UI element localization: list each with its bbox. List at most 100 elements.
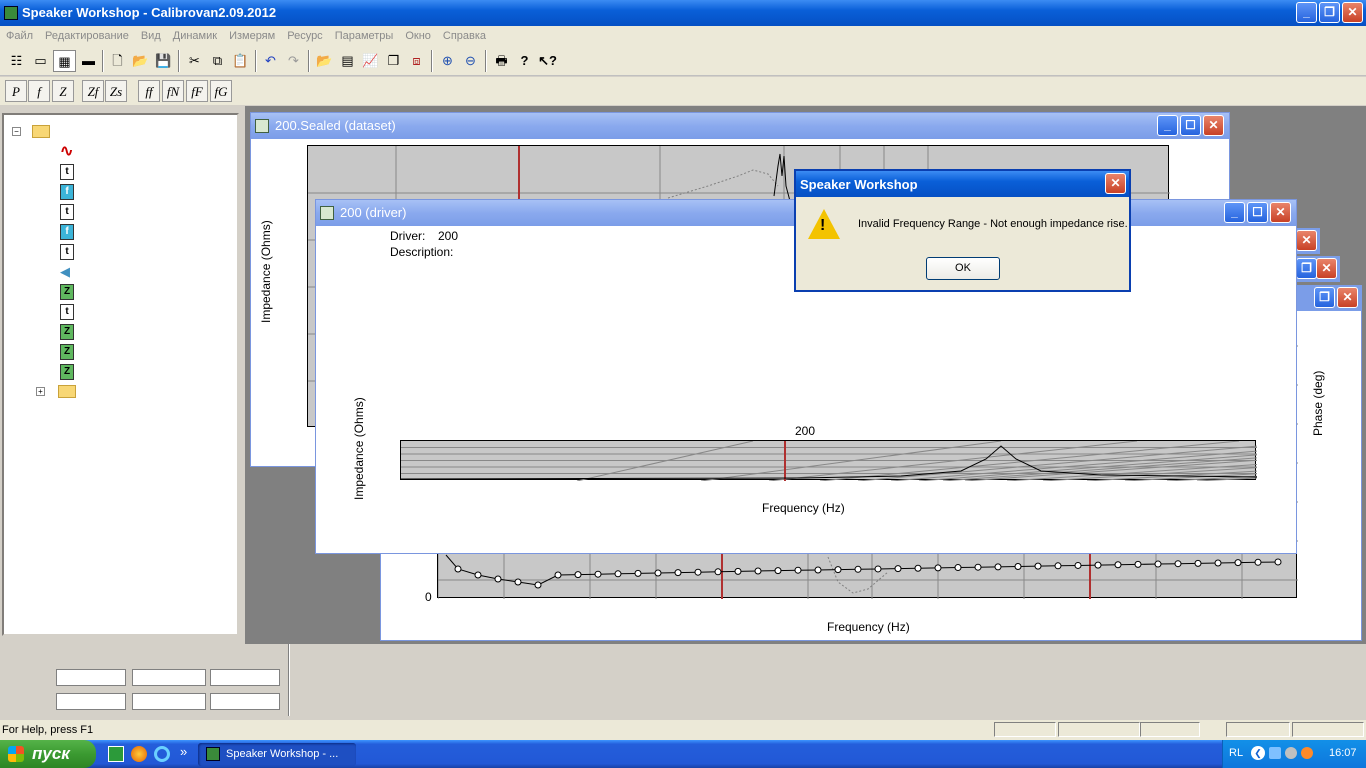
maximize-button[interactable]: ☐ xyxy=(1180,115,1201,136)
tree-item[interactable]: t xyxy=(60,243,230,261)
open-folder-icon[interactable]: 📂 xyxy=(129,50,152,72)
close-button[interactable]: ✕ xyxy=(1337,287,1358,308)
param-unit xyxy=(557,308,601,324)
list-view-icon[interactable]: ▭ xyxy=(29,50,52,72)
zoom-out-icon[interactable]: ⊖ xyxy=(459,50,482,72)
param-value xyxy=(457,372,557,388)
toolbar-func-button[interactable]: fG xyxy=(210,80,232,102)
grid-view-icon[interactable]: ▦ xyxy=(53,50,76,72)
tree-item[interactable]: f xyxy=(60,183,230,201)
tree-view-icon[interactable]: ☷ xyxy=(5,50,28,72)
tree-item[interactable]: ◀ xyxy=(60,263,230,281)
quicklaunch-app-icon[interactable] xyxy=(108,746,124,762)
toolbar-func-button[interactable]: Zf xyxy=(82,80,104,102)
minimize-button[interactable]: _ xyxy=(1224,202,1245,223)
close-button[interactable]: ✕ xyxy=(1342,2,1363,23)
close-button[interactable]: ✕ xyxy=(1316,258,1337,279)
tree-expand-icon[interactable]: + xyxy=(36,387,45,396)
undo-icon[interactable]: ↶ xyxy=(259,50,282,72)
dialog-title-bar: Speaker Workshop xyxy=(796,171,1129,197)
tray-arrow-icon[interactable]: ❮ xyxy=(1251,746,1265,760)
detail-view-icon[interactable]: ▬ xyxy=(77,50,100,72)
tree-item[interactable]: Z xyxy=(60,283,230,301)
tree-item[interactable]: f xyxy=(60,223,230,241)
menu-item[interactable]: Справка xyxy=(437,26,492,46)
tree-item[interactable]: Z xyxy=(60,323,230,341)
param-row xyxy=(327,276,601,292)
quicklaunch-more-icon[interactable]: » xyxy=(180,744,187,759)
tree-item[interactable]: Z xyxy=(60,343,230,361)
tray-volume-icon[interactable] xyxy=(1285,747,1297,759)
description-label: Description: xyxy=(390,245,454,259)
menu-item[interactable]: Вид xyxy=(135,26,167,46)
menu-item[interactable]: Измерям xyxy=(223,26,281,46)
phase-point xyxy=(754,567,762,575)
minimize-button[interactable]: _ xyxy=(1296,2,1317,23)
cut-icon[interactable]: ✂ xyxy=(183,50,206,72)
status-help: For Help, press F1 xyxy=(2,724,94,736)
phase-point xyxy=(794,566,802,574)
meter-value xyxy=(132,693,206,710)
tree-collapse-icon[interactable]: − xyxy=(12,127,21,136)
about-icon[interactable]: ? xyxy=(513,50,536,72)
redo-icon[interactable]: ↷ xyxy=(282,50,305,72)
toolbar-func-button[interactable]: P xyxy=(5,80,27,102)
toolbar-func-button[interactable]: ff xyxy=(138,80,160,102)
language-indicator[interactable]: RL xyxy=(1229,747,1243,759)
tree-item[interactable]: ∿ xyxy=(60,143,230,161)
toolbar-func-button[interactable]: Zs xyxy=(105,80,127,102)
menu-item[interactable]: Динамик xyxy=(167,26,223,46)
menu-item[interactable]: Окно xyxy=(399,26,437,46)
close-button[interactable]: ✕ xyxy=(1203,115,1224,136)
paste-icon[interactable]: 📋 xyxy=(229,50,252,72)
copy-icon[interactable]: ⧉ xyxy=(206,50,229,72)
tray-security-icon[interactable] xyxy=(1301,747,1313,759)
open-dataset-icon[interactable]: 📂 xyxy=(313,50,336,72)
param-label xyxy=(327,388,457,404)
new-file-icon[interactable]: 🗋 xyxy=(106,50,129,72)
context-help-icon[interactable]: ↖? xyxy=(536,50,559,72)
dialog-ok-button[interactable]: OK xyxy=(926,257,1000,280)
toolbar-func-button[interactable]: fN xyxy=(162,80,184,102)
impedance-trace xyxy=(827,556,889,594)
windows-logo-icon xyxy=(8,746,24,762)
browser-icon[interactable] xyxy=(154,746,170,762)
restore-button[interactable]: ❐ xyxy=(1319,2,1340,23)
tree-item[interactable]: t xyxy=(60,163,230,181)
maximize-button[interactable]: ☐ xyxy=(1247,202,1268,223)
toolbar-func-button[interactable]: fF xyxy=(186,80,208,102)
print-icon[interactable]: 🖶 xyxy=(490,50,513,72)
tray-network-icon[interactable] xyxy=(1269,747,1281,759)
minimize-button[interactable]: _ xyxy=(1157,115,1178,136)
menu-item[interactable]: Редактирование xyxy=(39,26,135,46)
toolbar-func-button[interactable]: f xyxy=(28,80,50,102)
waveform-icon: ∿ xyxy=(60,143,74,160)
windows-icon[interactable]: ❐ xyxy=(382,50,405,72)
menu-item[interactable]: Ресурс xyxy=(281,26,328,46)
tree-item[interactable]: Z xyxy=(60,363,230,381)
meter-value xyxy=(210,669,280,686)
menu-item[interactable]: Параметры xyxy=(329,26,400,46)
firefox-icon[interactable] xyxy=(131,746,147,762)
taskbar-task-speaker-workshop[interactable]: Speaker Workshop - ... xyxy=(198,743,356,766)
phase-point xyxy=(514,578,522,586)
start-button[interactable]: пуск xyxy=(0,740,96,768)
zoom-in-icon[interactable]: ⊕ xyxy=(436,50,459,72)
dialog-close-button[interactable]: ✕ xyxy=(1105,173,1126,194)
tree-item[interactable]: t xyxy=(60,203,230,221)
param-row xyxy=(600,308,840,324)
chart-icon[interactable]: ▤ xyxy=(336,50,359,72)
toolbar-func-button[interactable]: Z xyxy=(52,80,74,102)
phase-point xyxy=(774,567,782,575)
restore-button[interactable]: ❐ xyxy=(1314,287,1335,308)
export-icon[interactable]: ⧈ xyxy=(405,50,428,72)
tree-item[interactable]: t xyxy=(60,303,230,321)
restore-button[interactable]: ❐ xyxy=(1296,258,1317,279)
close-button[interactable]: ✕ xyxy=(1296,230,1317,251)
meter-value xyxy=(132,669,206,686)
menu-item[interactable]: Файл xyxy=(0,26,39,46)
close-button[interactable]: ✕ xyxy=(1270,202,1291,223)
graph-icon[interactable]: 📈 xyxy=(359,50,382,72)
param-row xyxy=(327,388,601,404)
save-icon[interactable]: 💾 xyxy=(152,50,175,72)
